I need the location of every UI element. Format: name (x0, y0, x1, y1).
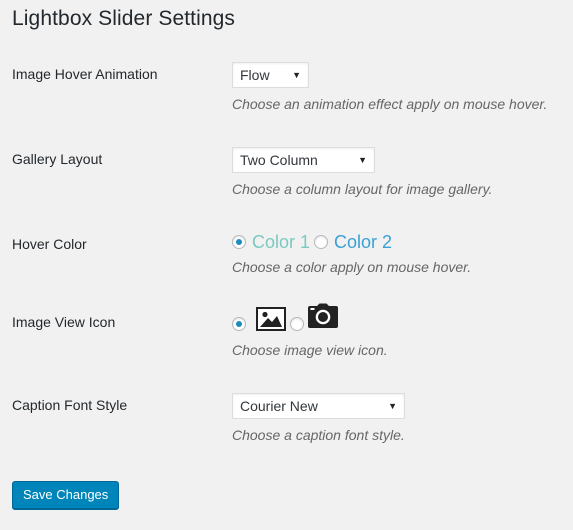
view-icon-camera-radio[interactable] (290, 317, 304, 331)
camera-icon[interactable] (307, 303, 339, 334)
view-icon-label: Image View Icon (12, 314, 116, 330)
gallery-layout-label: Gallery Layout (12, 151, 103, 167)
save-changes-button[interactable]: Save Changes (12, 481, 120, 509)
caption-font-label: Caption Font Style (12, 397, 128, 413)
caption-font-selected-value: Courier New (240, 398, 318, 414)
caption-font-select[interactable]: Courier New ▼ (232, 393, 405, 419)
hover-animation-selected-value: Flow (240, 67, 270, 83)
hover-color-1-label[interactable]: Color 1 (252, 232, 310, 253)
hover-color-field: Color 1 Color 2 (232, 229, 396, 255)
caption-font-description: Choose a caption font style. (232, 427, 405, 443)
hover-animation-select[interactable]: Flow ▼ (232, 62, 309, 88)
view-icon-description: Choose image view icon. (232, 342, 388, 358)
caption-font-field: Courier New ▼ (232, 393, 405, 419)
page-title: Lightbox Slider Settings (12, 7, 236, 30)
view-icon-field (232, 303, 339, 336)
dropdown-arrow-icon: ▼ (388, 401, 397, 411)
picture-icon[interactable] (256, 306, 286, 336)
dropdown-arrow-icon: ▼ (358, 155, 367, 165)
gallery-layout-select[interactable]: Two Column ▼ (232, 147, 375, 173)
hover-color-2-label[interactable]: Color 2 (334, 232, 392, 253)
gallery-layout-description: Choose a column layout for image gallery… (232, 181, 493, 197)
hover-animation-field: Flow ▼ (232, 62, 309, 88)
dropdown-arrow-icon: ▼ (292, 70, 301, 80)
view-icon-picture-radio[interactable] (232, 317, 246, 331)
hover-animation-description: Choose an animation effect apply on mous… (232, 96, 548, 112)
hover-color-1-radio[interactable] (232, 235, 246, 249)
hover-animation-label: Image Hover Animation (12, 66, 158, 82)
gallery-layout-field: Two Column ▼ (232, 147, 375, 173)
hover-color-description: Choose a color apply on mouse hover. (232, 259, 472, 275)
settings-page: Lightbox Slider Settings Image Hover Ani… (0, 0, 573, 530)
gallery-layout-selected-value: Two Column (240, 152, 318, 168)
hover-color-label: Hover Color (12, 236, 87, 252)
hover-color-2-radio[interactable] (314, 235, 329, 249)
